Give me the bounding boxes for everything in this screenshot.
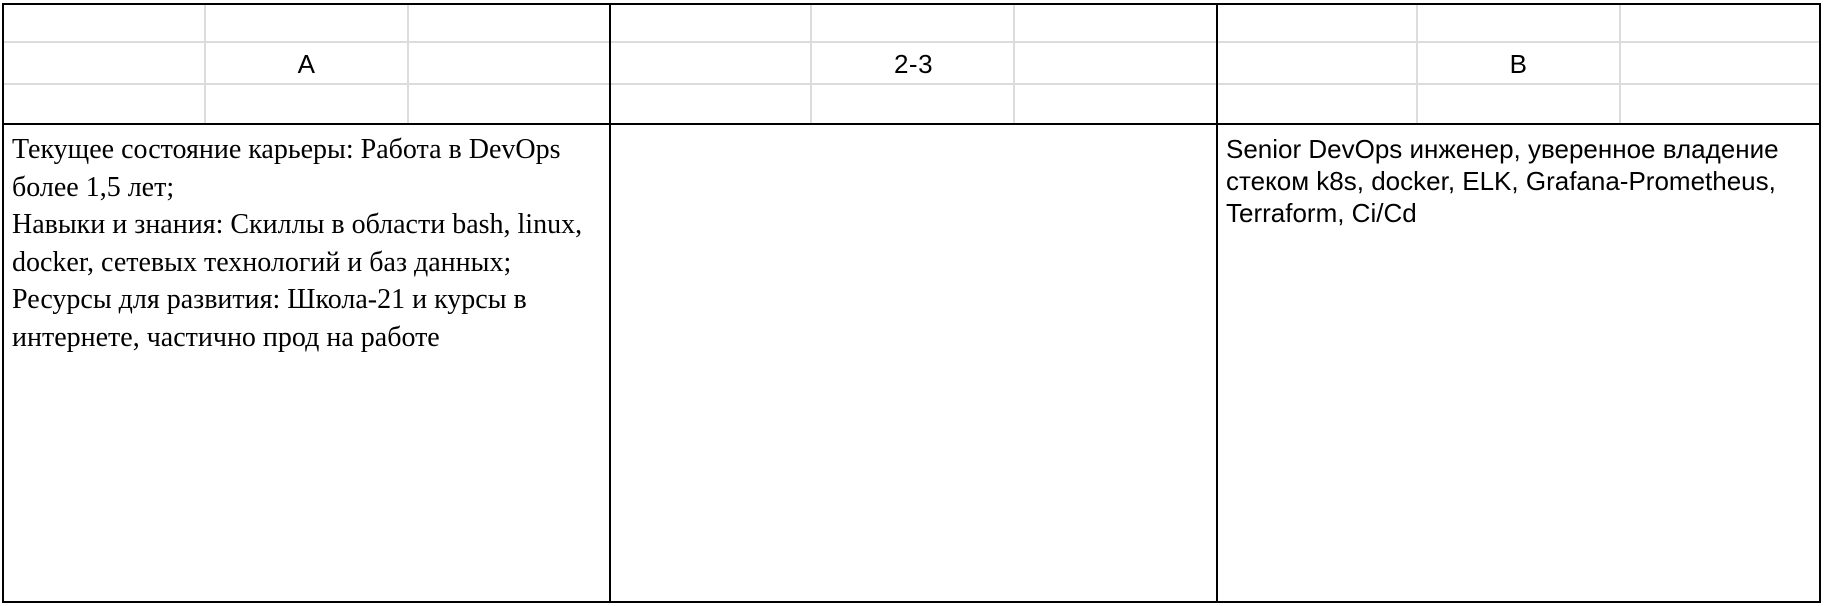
column-divider (609, 3, 611, 603)
spreadsheet-table: A 2-3 B Текущее состояние карьеры: Работ… (2, 3, 1821, 603)
column-divider (1216, 3, 1218, 603)
table-border (2, 3, 1821, 603)
header-divider (2, 123, 1821, 125)
